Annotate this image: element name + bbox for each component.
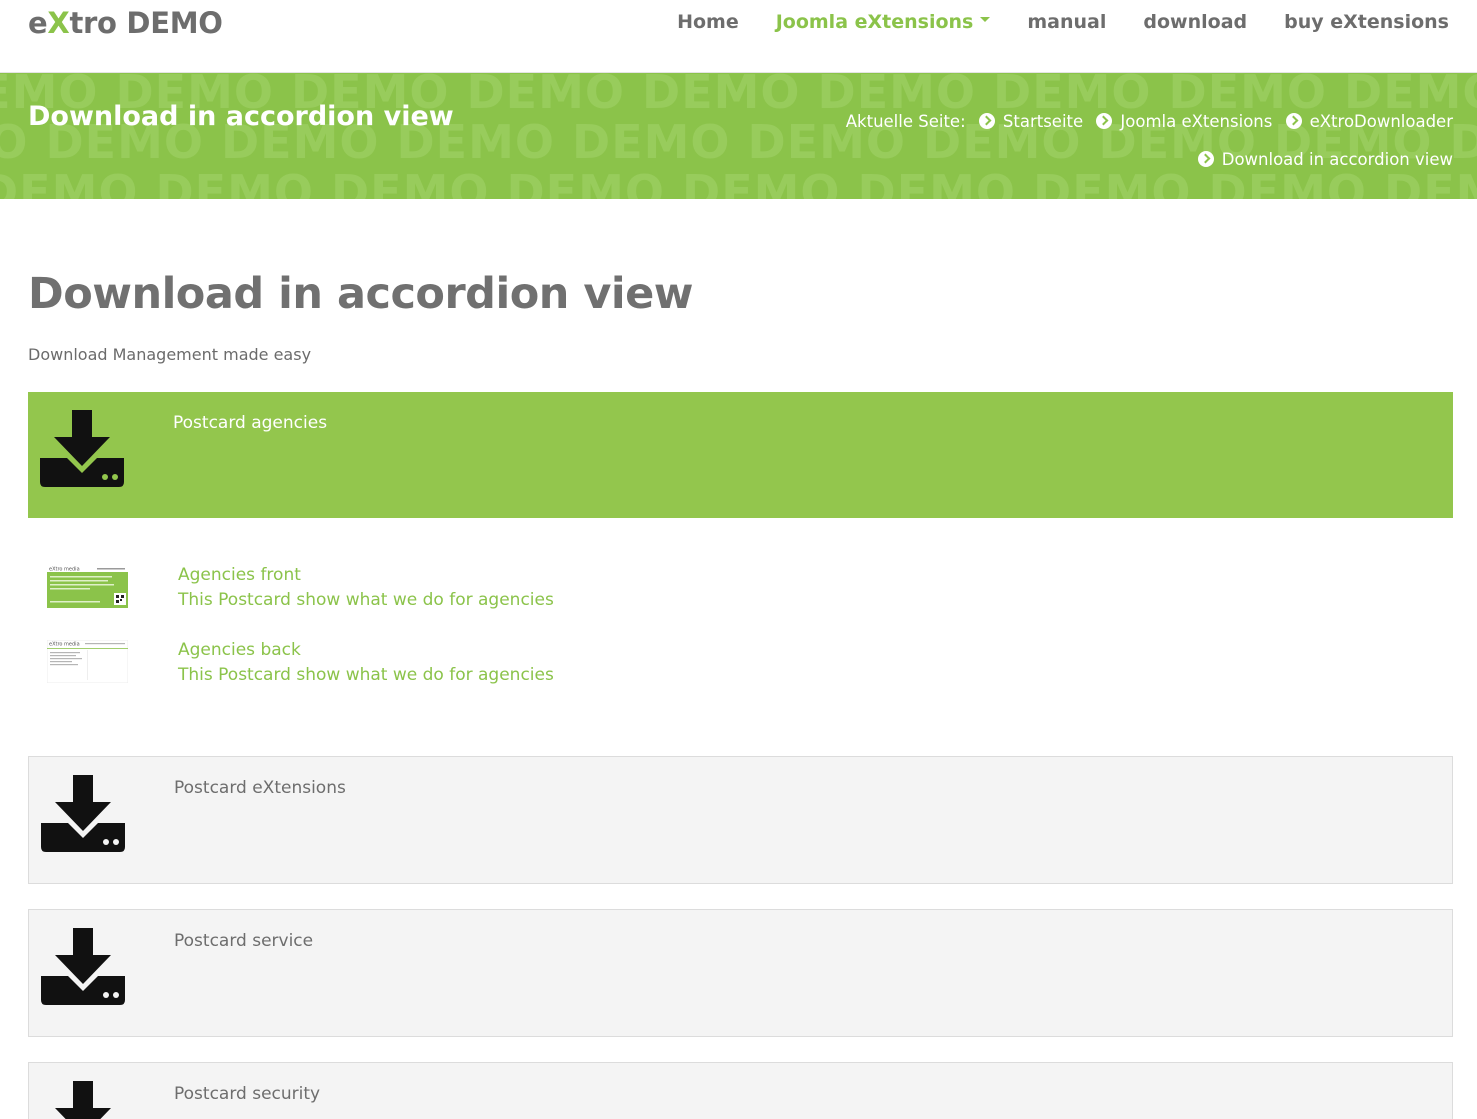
file-item-agencies-front[interactable]: eXtro media Agencies front This Postcard… <box>47 563 747 613</box>
file-description: This Postcard show what we do for agenci… <box>178 665 554 685</box>
page-subtitle: Download Management made easy <box>28 345 312 364</box>
accordion-header-postcard-agencies[interactable]: Postcard agencies <box>28 392 1453 518</box>
main-nav: Home Joomla eXtensions manual download b… <box>640 10 1449 34</box>
nav-buy-extensions[interactable]: buy eXtensions <box>1284 10 1449 34</box>
top-navbar: eXtro DEMO Home Joomla eXtensions manual… <box>0 0 1477 73</box>
chevron-circle-right-icon <box>1285 112 1302 129</box>
breadcrumb-label: Aktuelle Seite: <box>845 112 966 131</box>
file-description: This Postcard show what we do for agenci… <box>178 590 554 610</box>
site-brand[interactable]: eXtro DEMO <box>28 4 223 42</box>
breadcrumb-item-label: Download in accordion view <box>1221 150 1453 169</box>
file-name[interactable]: Agencies front <box>178 563 301 588</box>
accordion-title: Postcard security <box>174 1084 321 1104</box>
banner-title: Download in accordion view <box>28 101 454 132</box>
brand-suffix: tro DEMO <box>69 6 223 40</box>
download-tray-icon <box>41 928 125 1005</box>
accordion-header-postcard-security[interactable]: Postcard security <box>28 1062 1453 1119</box>
download-tray-icon <box>40 410 124 487</box>
accordion-header-postcard-extensions[interactable]: Postcard eXtensions <box>28 756 1453 884</box>
accordion-header-postcard-service[interactable]: Postcard service <box>28 909 1453 1037</box>
file-item-agencies-back[interactable]: eXtro media Agencies back This Postcard … <box>47 638 747 688</box>
nav-home[interactable]: Home <box>677 10 739 34</box>
breadcrumb-item-extrodownloader[interactable]: eXtroDownloader <box>1285 103 1453 141</box>
chevron-circle-right-icon <box>1197 150 1214 167</box>
accordion-title: Postcard eXtensions <box>174 778 346 798</box>
brand-x: X <box>47 6 70 40</box>
chevron-circle-right-icon <box>1096 112 1113 129</box>
postcard-back-thumbnail: eXtro media <box>47 640 128 683</box>
chevron-circle-right-icon <box>978 112 995 129</box>
page-banner: DEMO DEMO DEMO DEMO DEMO DEMO DEMO DEMO … <box>0 73 1477 199</box>
postcard-front-thumbnail: eXtro media <box>47 565 128 608</box>
download-tray-icon <box>41 775 125 852</box>
caret-down-icon <box>980 17 991 22</box>
nav-joomla-extensions-label: Joomla eXtensions <box>775 11 974 33</box>
thumbnail-brand-text: eXtro media <box>49 567 80 573</box>
brand-prefix: e <box>28 6 48 40</box>
download-tray-icon <box>55 1081 111 1119</box>
breadcrumb: Aktuelle Seite: Startseite Joomla eXtens… <box>733 103 1453 179</box>
nav-manual[interactable]: manual <box>1027 10 1106 34</box>
breadcrumb-line-1: Aktuelle Seite: Startseite Joomla eXtens… <box>733 103 1453 141</box>
thumbnail-brand-text: eXtro media <box>49 642 80 648</box>
breadcrumb-item-current: Download in accordion view <box>1197 141 1453 179</box>
breadcrumb-item-startseite[interactable]: Startseite <box>978 103 1084 141</box>
breadcrumb-item-joomla-extensions[interactable]: Joomla eXtensions <box>1096 103 1272 141</box>
nav-joomla-extensions[interactable]: Joomla eXtensions <box>776 10 991 34</box>
file-name[interactable]: Agencies back <box>178 638 301 663</box>
nav-download[interactable]: download <box>1143 10 1247 34</box>
accordion-title: Postcard service <box>174 931 314 951</box>
page-title: Download in accordion view <box>28 269 694 319</box>
breadcrumb-item-label: eXtroDownloader <box>1309 112 1453 131</box>
breadcrumb-item-label: Joomla eXtensions <box>1120 112 1273 131</box>
breadcrumb-item-label: Startseite <box>1002 112 1084 131</box>
accordion-title: Postcard agencies <box>173 413 328 433</box>
breadcrumb-line-2: Download in accordion view <box>733 141 1453 179</box>
